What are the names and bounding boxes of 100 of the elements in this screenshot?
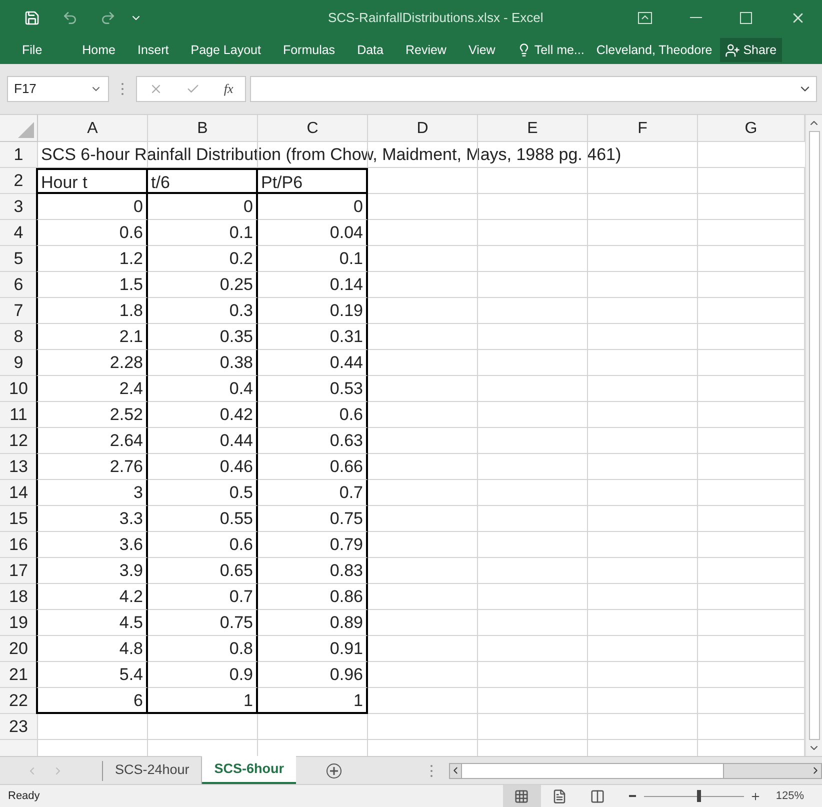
row-header[interactable]: 7: [0, 298, 38, 324]
sheet-cell: 2.28: [36, 350, 148, 376]
row-header[interactable]: 20: [0, 636, 38, 662]
sheet-cell: 2.1: [36, 324, 148, 350]
sheet-cell: 4.8: [36, 636, 148, 662]
row-header[interactable]: 12: [0, 428, 38, 454]
name-box[interactable]: F17: [7, 76, 109, 102]
row-header[interactable]: 19: [0, 610, 38, 636]
sheet-cell: 0.3: [148, 298, 258, 324]
sheet-cell: 1: [148, 688, 258, 714]
row-header[interactable]: 6: [0, 272, 38, 298]
sheet-cell: 0.9: [148, 662, 258, 688]
row-header[interactable]: 21: [0, 662, 38, 688]
sheet-cell: t/6: [148, 168, 258, 194]
horizontal-scrollbar[interactable]: [449, 762, 822, 778]
save-icon[interactable]: [24, 10, 40, 26]
add-person-icon: [725, 42, 740, 58]
sheet-cell: 0.53: [258, 376, 368, 402]
sheet-cell: 0.83: [258, 558, 368, 584]
row-header[interactable]: 22: [0, 688, 38, 714]
zoom-in-icon[interactable]: [750, 790, 761, 802]
zoom-slider[interactable]: [644, 790, 744, 802]
sheet-cell: 1: [258, 688, 368, 714]
column-header[interactable]: B: [148, 115, 258, 142]
drag-handle-icon[interactable]: [121, 82, 124, 96]
row-header[interactable]: 18: [0, 584, 38, 610]
sheet-cell: 0.8: [148, 636, 258, 662]
sheet-cell: 0.7: [258, 480, 368, 506]
sheet-cell: 0.1: [148, 220, 258, 246]
tell-me-button[interactable]: Tell me...: [517, 40, 584, 60]
row-header[interactable]: 23: [0, 714, 38, 740]
column-header[interactable]: D: [368, 115, 478, 142]
sheet-cell: 0.75: [258, 506, 368, 532]
sheet-cell: 0.25: [148, 272, 258, 298]
page-layout-icon: [552, 788, 568, 804]
triangle-icon: [18, 122, 34, 138]
column-header[interactable]: A: [38, 115, 148, 142]
row-header[interactable]: 17: [0, 558, 38, 584]
row-header[interactable]: 4: [0, 220, 38, 246]
sheet-cell: 0: [36, 194, 148, 220]
row-header[interactable]: 15: [0, 506, 38, 532]
ribbon-tab[interactable]: View: [468, 40, 496, 60]
zoom-level[interactable]: 125%: [776, 788, 804, 804]
ribbon-tab[interactable]: Home: [82, 40, 116, 60]
row-header[interactable]: 9: [0, 350, 38, 376]
sheet-cell: 5.4: [36, 662, 148, 688]
ribbon-display-icon[interactable]: [638, 12, 652, 24]
row-header[interactable]: 3: [0, 194, 38, 220]
status-text: Ready: [8, 788, 40, 804]
sheet-cell: 0.38: [148, 350, 258, 376]
row-header[interactable]: 13: [0, 454, 38, 480]
sheet-cell: 0.89: [258, 610, 368, 636]
column-header[interactable]: C: [258, 115, 368, 142]
row-header[interactable]: 11: [0, 402, 38, 428]
sheet-cell: 0.1: [258, 246, 368, 272]
sheet-cell: 2.64: [36, 428, 148, 454]
row-header[interactable]: 16: [0, 532, 38, 558]
ribbon-tab[interactable]: Insert: [138, 40, 169, 60]
sheet-cell: 3.3: [36, 506, 148, 532]
view-button[interactable]: [502, 785, 541, 807]
row-header[interactable]: 8: [0, 324, 38, 350]
sheet-cell: Pt/P6: [258, 168, 368, 194]
ribbon-tab[interactable]: Formulas: [282, 40, 336, 60]
sheet-tab[interactable]: SCS-6hour: [202, 756, 296, 784]
sheet-cell: 0.86: [258, 584, 368, 610]
ribbon-tab[interactable]: Review: [405, 40, 446, 60]
sheet-cell: 0.65: [148, 558, 258, 584]
drag-handle-icon[interactable]: [430, 764, 434, 778]
add-sheet-icon[interactable]: [326, 762, 342, 778]
sheet-cell: 4.2: [36, 584, 148, 610]
row-header[interactable]: 5: [0, 246, 38, 272]
column-header[interactable]: G: [698, 115, 805, 142]
row-header[interactable]: 10: [0, 376, 38, 402]
column-header[interactable]: E: [478, 115, 588, 142]
normal-view-icon: [514, 788, 530, 804]
row-header[interactable]: 1: [0, 142, 38, 168]
sheet-cell: 0.44: [148, 428, 258, 454]
maximize-icon[interactable]: [740, 12, 752, 24]
vertical-scrollbar[interactable]: [805, 115, 822, 756]
sheet-cell: 0: [258, 194, 368, 220]
minimize-icon[interactable]: [690, 17, 702, 19]
sheet-cell: 0: [148, 194, 258, 220]
share-button[interactable]: Share: [720, 38, 782, 62]
formula-field[interactable]: [250, 76, 817, 102]
ribbon-tab[interactable]: File: [22, 40, 42, 60]
user-name[interactable]: Cleveland, Theodore: [596, 40, 712, 60]
ribbon-tab[interactable]: Data: [357, 40, 384, 60]
sheet-cell: 0.04: [258, 220, 368, 246]
sheet-cell: Hour t: [36, 168, 148, 194]
sheet-cell: 0.6: [258, 402, 368, 428]
insert-function-button[interactable]: fx: [224, 79, 234, 99]
column-header[interactable]: F: [588, 115, 698, 142]
ribbon-tab[interactable]: Page Layout: [190, 40, 261, 60]
row-header[interactable]: 14: [0, 480, 38, 506]
sheet-cell: 2.76: [36, 454, 148, 480]
sheet-cell: 0.6: [36, 220, 148, 246]
sheet-cell: 0.2: [148, 246, 258, 272]
sheet-cell: 0.42: [148, 402, 258, 428]
row-header[interactable]: 2: [0, 168, 38, 194]
sheet-cell: 3.9: [36, 558, 148, 584]
